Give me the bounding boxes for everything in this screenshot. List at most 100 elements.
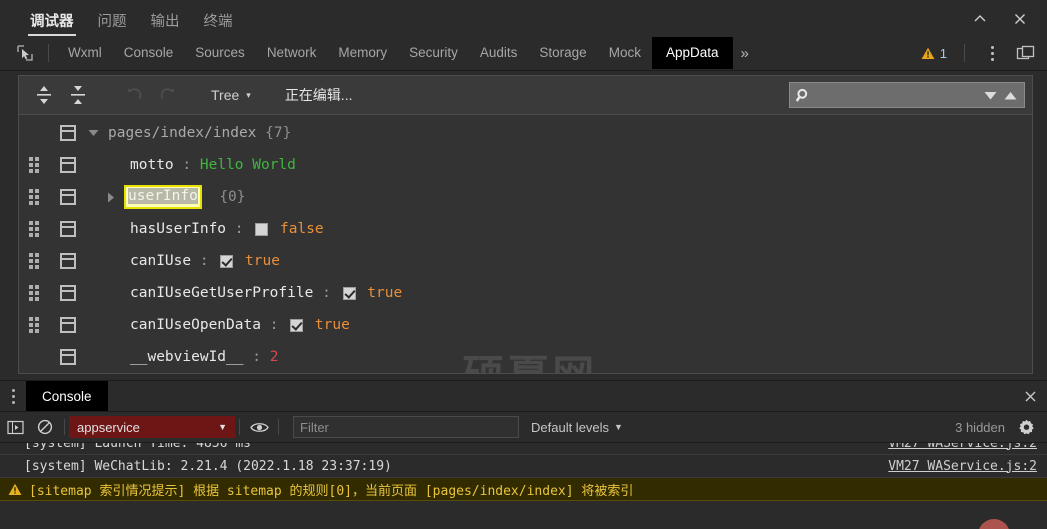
drag-handle-icon[interactable] bbox=[29, 157, 45, 173]
tree-node-key[interactable]: __webviewId__ bbox=[130, 349, 244, 365]
drag-handle-icon[interactable] bbox=[29, 285, 45, 301]
close-icon bbox=[1015, 14, 1025, 24]
console-context-select[interactable]: appservice ▼ bbox=[69, 416, 235, 438]
drag-handle-icon[interactable] bbox=[29, 221, 45, 237]
clear-console-icon bbox=[37, 419, 53, 435]
dock-position-button[interactable] bbox=[1011, 41, 1041, 65]
drag-handle-icon[interactable] bbox=[29, 189, 45, 205]
tree-row-content: motto : Hello World bbox=[130, 157, 296, 173]
search-nav[interactable] bbox=[983, 90, 1018, 101]
boolean-checkbox[interactable] bbox=[342, 286, 356, 300]
appdata-search-input[interactable] bbox=[815, 86, 983, 104]
drawer-menu-button[interactable] bbox=[0, 381, 26, 411]
tab-storage[interactable]: Storage bbox=[528, 40, 597, 67]
inspect-cursor-icon bbox=[17, 45, 33, 61]
tree-row-root[interactable]: pages/index/index {7} bbox=[19, 117, 1032, 149]
tree-node-value[interactable]: true bbox=[367, 285, 402, 301]
tree-node-key[interactable]: canIUse bbox=[130, 253, 191, 269]
console-log-source-link[interactable]: VM27 WAService.js:2 bbox=[888, 459, 1037, 474]
node-icon bbox=[60, 221, 76, 237]
console-filter-input[interactable] bbox=[293, 416, 519, 438]
close-icon bbox=[1025, 391, 1035, 401]
tree-row-hasuserinfo[interactable]: hasUserInfo : false bbox=[19, 213, 1032, 245]
more-vertical-icon bbox=[990, 45, 994, 49]
window-tab-output[interactable]: 输出 bbox=[139, 13, 192, 37]
console-log-source-link[interactable]: VM27 WAService.js:2 bbox=[888, 443, 1037, 451]
tree-node-key[interactable]: canIUseGetUserProfile bbox=[130, 285, 313, 301]
tree-node-value[interactable]: true bbox=[315, 317, 350, 333]
tab-console[interactable]: Console bbox=[113, 40, 185, 67]
inspect-element-button[interactable] bbox=[10, 41, 40, 65]
devtools-window: 调试器 问题 输出 终端 Wxml Console Sources Networ… bbox=[0, 0, 1047, 529]
appdata-search-box[interactable] bbox=[789, 82, 1025, 108]
tab-mock[interactable]: Mock bbox=[598, 40, 652, 67]
expand-toggle-icon[interactable] bbox=[104, 192, 118, 203]
close-panel-button[interactable] bbox=[1003, 6, 1037, 32]
drawer-tab-console[interactable]: Console bbox=[26, 381, 108, 411]
more-tabs-button[interactable]: » bbox=[733, 45, 756, 62]
tree-row-caniusegetuserprofile[interactable]: canIUseGetUserProfile : true bbox=[19, 277, 1032, 309]
tab-sources[interactable]: Sources bbox=[184, 40, 256, 67]
warning-triangle-icon bbox=[921, 47, 935, 59]
devtools-menu-button[interactable] bbox=[975, 45, 1009, 61]
console-log-row-warning[interactable]: [sitemap 索引情况提示] 根据 sitemap 的规则[0]，当前页面 … bbox=[0, 478, 1047, 501]
console-log-row[interactable]: [system] WeChatLib: 2.21.4 (2022.1.18 23… bbox=[0, 455, 1047, 478]
tree-row-motto[interactable]: motto : Hello World bbox=[19, 149, 1032, 181]
tree-node-value[interactable]: false bbox=[280, 221, 324, 237]
expand-all-button[interactable] bbox=[27, 81, 61, 109]
collapse-panel-button[interactable] bbox=[963, 6, 997, 32]
redo-button[interactable] bbox=[151, 81, 185, 109]
tree-row-content: userInfo {0} bbox=[124, 185, 246, 209]
hidden-messages-count: 3 hidden bbox=[955, 419, 1005, 435]
window-tab-label: 输出 bbox=[150, 13, 180, 30]
tree-node-key[interactable]: hasUserInfo bbox=[130, 221, 226, 237]
tree-node-count: {0} bbox=[219, 188, 246, 205]
drawer-tab-strip: Console bbox=[0, 381, 1047, 412]
boolean-checkbox[interactable] bbox=[290, 318, 304, 332]
tree-node-value[interactable]: Hello World bbox=[200, 157, 296, 173]
warning-indicator[interactable]: 1 bbox=[914, 46, 954, 61]
drawer-close-button[interactable] bbox=[1013, 381, 1047, 411]
window-tab-terminal[interactable]: 终端 bbox=[192, 14, 245, 37]
undo-button[interactable] bbox=[117, 81, 151, 109]
drag-handle-icon[interactable] bbox=[29, 253, 45, 269]
console-settings-button[interactable] bbox=[1011, 416, 1041, 438]
console-levels-select[interactable]: Default levels ▼ bbox=[531, 420, 623, 435]
collapse-vertical-icon bbox=[71, 86, 85, 104]
tab-appdata[interactable]: AppData bbox=[651, 36, 733, 70]
tree-row-caniuseopendata[interactable]: canIUseOpenData : true bbox=[19, 309, 1032, 341]
tree-node-value[interactable]: 2 bbox=[270, 349, 279, 365]
tree-node-key[interactable]: canIUseOpenData bbox=[130, 317, 261, 333]
tree-row-content: canIUseGetUserProfile : true bbox=[130, 285, 402, 301]
tree-row-userinfo[interactable]: userInfo {0} bbox=[19, 181, 1032, 213]
live-expression-button[interactable] bbox=[244, 416, 274, 438]
appdata-tree: pages/index/index {7} motto : Hello Worl… bbox=[19, 115, 1032, 373]
tree-row-caniuse[interactable]: canIUse : true bbox=[19, 245, 1032, 277]
dock-panel-icon bbox=[1016, 45, 1035, 60]
tab-memory[interactable]: Memory bbox=[327, 40, 398, 67]
tab-network[interactable]: Network bbox=[256, 40, 328, 67]
window-tab-problems[interactable]: 问题 bbox=[86, 14, 139, 37]
view-mode-select[interactable]: Tree ▾ bbox=[211, 87, 251, 103]
tree-node-value[interactable]: true bbox=[245, 253, 280, 269]
expand-toggle-icon[interactable] bbox=[86, 129, 100, 137]
devtools-tab-actions: 1 bbox=[914, 41, 1047, 65]
tree-node-colon: : bbox=[234, 221, 244, 237]
tab-wxml[interactable]: Wxml bbox=[57, 40, 113, 67]
tab-audits[interactable]: Audits bbox=[469, 40, 529, 67]
window-tab-debugger[interactable]: 调试器 bbox=[18, 14, 86, 37]
tree-node-key[interactable]: motto bbox=[130, 157, 174, 173]
node-icon bbox=[60, 349, 76, 365]
tree-row-webviewid[interactable]: __webviewId__ : 2 bbox=[19, 341, 1032, 373]
collapse-all-button[interactable] bbox=[61, 81, 95, 109]
boolean-checkbox[interactable] bbox=[220, 254, 234, 268]
drag-handle-icon[interactable] bbox=[29, 317, 45, 333]
tree-row-content: hasUserInfo : false bbox=[130, 221, 324, 237]
boolean-checkbox[interactable] bbox=[255, 222, 269, 236]
tab-security[interactable]: Security bbox=[398, 40, 469, 67]
tree-row-content: canIUse : true bbox=[130, 253, 280, 269]
clear-console-button[interactable] bbox=[30, 416, 60, 438]
console-log-row[interactable]: [system] Launch Time: 4856 ms VM27 WASer… bbox=[0, 443, 1047, 455]
console-sidebar-button[interactable] bbox=[0, 416, 30, 438]
tree-key-edit-field[interactable]: userInfo bbox=[124, 185, 202, 209]
